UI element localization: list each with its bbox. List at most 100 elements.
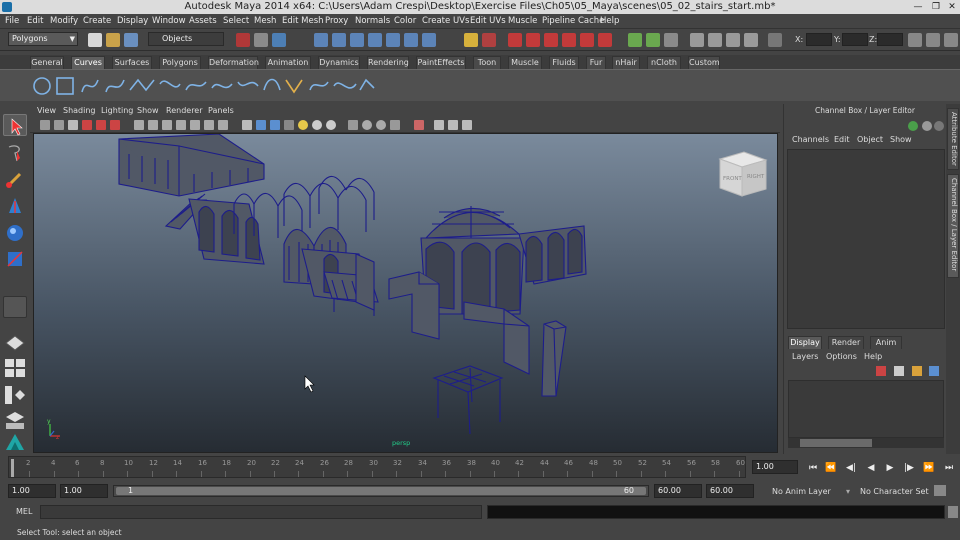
- timeline-track[interactable]: 2 4 6 8 10 12 14 16 18 20 22 24 26 28 30 32 34 36 38 40 42 44…: [8, 456, 746, 478]
- layer-tab-anim[interactable]: Anim: [870, 336, 902, 349]
- move-layer-up-icon[interactable]: [912, 366, 922, 376]
- view-cube[interactable]: FRONT RIGHT: [718, 151, 768, 197]
- outliner-layout-icon[interactable]: [3, 384, 27, 406]
- select-tool-icon[interactable]: [3, 114, 27, 136]
- layer-list[interactable]: [788, 380, 944, 438]
- new-layer-selected-icon[interactable]: [876, 366, 886, 376]
- new-scene-icon[interactable]: [88, 33, 102, 47]
- depth-of-field-icon[interactable]: [376, 120, 386, 130]
- shadows-icon[interactable]: [312, 120, 322, 130]
- channel-box-menu-show[interactable]: Show: [890, 135, 912, 144]
- snap-grid-icon[interactable]: [508, 33, 522, 47]
- input-ops-icon[interactable]: [628, 33, 642, 47]
- script-language-toggle[interactable]: MEL: [16, 507, 32, 516]
- shelf-tab-surfaces[interactable]: Surfaces: [112, 56, 152, 69]
- cv-curve-tool-icon[interactable]: [81, 79, 99, 93]
- pergola-model[interactable]: [432, 365, 504, 435]
- shelf-tab-rendering[interactable]: Rendering: [367, 56, 409, 69]
- shelf-tab-fur[interactable]: Fur: [586, 56, 606, 69]
- menu-edit[interactable]: Edit: [27, 16, 43, 26]
- y-transform-input[interactable]: [842, 33, 868, 46]
- snap-curve-icon[interactable]: [526, 33, 540, 47]
- shelf-tab-nhair[interactable]: nHair: [612, 56, 640, 69]
- snap-magnet-icon[interactable]: [598, 33, 612, 47]
- shelf-tab-toon[interactable]: Toon: [473, 56, 501, 69]
- grid-icon[interactable]: [134, 120, 144, 130]
- render-frame-icon[interactable]: [708, 33, 722, 47]
- attach-curves-icon[interactable]: [185, 81, 207, 91]
- layer-list-scrollbar[interactable]: [788, 438, 944, 448]
- safe-action-icon[interactable]: [204, 120, 214, 130]
- wireframe-icon[interactable]: [242, 120, 252, 130]
- layer-tab-render[interactable]: Render: [828, 336, 864, 349]
- shelf-tab-curves[interactable]: Curves: [71, 56, 105, 69]
- ipr-render-icon[interactable]: [726, 33, 740, 47]
- use-all-lights-icon[interactable]: [298, 120, 308, 130]
- shelf-tab-ncloth[interactable]: nCloth: [647, 56, 681, 69]
- play-backwards-button[interactable]: ◀: [864, 462, 878, 474]
- side-tab-channel-box[interactable]: Channel Box / Layer Editor: [947, 174, 959, 278]
- animation-prefs-icon[interactable]: [934, 485, 946, 496]
- isolate-select-icon[interactable]: [390, 120, 400, 130]
- z-transform-input[interactable]: [877, 33, 903, 46]
- last-tool-used-icon[interactable]: [3, 296, 27, 318]
- step-forward-key-button[interactable]: ⏩: [922, 462, 936, 474]
- highlight-selection-icon[interactable]: [482, 33, 496, 47]
- grease-pencil-icon[interactable]: [110, 120, 120, 130]
- select-deformations-icon[interactable]: [386, 33, 400, 47]
- playback-start-field[interactable]: 1.00: [60, 484, 108, 498]
- save-scene-icon[interactable]: [124, 33, 138, 47]
- pillar-model[interactable]: [541, 320, 567, 397]
- channel-list[interactable]: [787, 149, 945, 329]
- layer-menu-layers[interactable]: Layers: [792, 352, 818, 361]
- select-curves-icon[interactable]: [350, 33, 364, 47]
- extend-curve-icon[interactable]: [263, 78, 281, 91]
- current-time-field[interactable]: 1.00: [752, 460, 798, 474]
- camera-attributes-icon[interactable]: [54, 120, 64, 130]
- arcade-wall-model[interactable]: [188, 198, 265, 265]
- command-input[interactable]: [40, 505, 482, 519]
- lasso-tool-icon[interactable]: [3, 141, 27, 163]
- x-transform-input[interactable]: [806, 33, 832, 46]
- panel-menu-show[interactable]: Show: [137, 106, 159, 115]
- shelf-tab-deformation[interactable]: Deformation: [208, 56, 259, 69]
- select-object-icon[interactable]: [254, 33, 268, 47]
- side-tab-attribute-editor[interactable]: Attribute Editor: [947, 108, 959, 170]
- shelf-tab-animation[interactable]: Animation: [265, 56, 311, 69]
- rotate-tool-icon[interactable]: [3, 222, 27, 244]
- select-hierarchy-icon[interactable]: [236, 33, 250, 47]
- select-rendering-icon[interactable]: [422, 33, 436, 47]
- menu-normals[interactable]: Normals: [355, 16, 390, 26]
- insert-knot-icon[interactable]: [237, 81, 259, 87]
- image-plane-icon[interactable]: [82, 120, 92, 130]
- offset-curve-icon[interactable]: [285, 79, 303, 94]
- select-camera-icon[interactable]: [40, 120, 50, 130]
- corner-wall-model[interactable]: [388, 271, 440, 340]
- menu-proxy[interactable]: Proxy: [325, 16, 348, 26]
- diagonal-wall-model[interactable]: [355, 253, 375, 311]
- shelf-tab-general[interactable]: General: [30, 56, 64, 69]
- paint-select-tool-icon[interactable]: [3, 168, 27, 190]
- shelf-tab-muscle[interactable]: Muscle: [508, 56, 542, 69]
- menu-assets[interactable]: Assets: [189, 16, 217, 26]
- snap-point-icon[interactable]: [544, 33, 558, 47]
- play-forwards-button[interactable]: ▶: [883, 462, 897, 474]
- layer-menu-help[interactable]: Help: [864, 352, 882, 361]
- absolute-transform-icon[interactable]: [768, 33, 782, 47]
- attribute-editor-toggle-icon[interactable]: [908, 33, 922, 47]
- menu-pipeline-cache[interactable]: Pipeline Cache: [542, 16, 604, 26]
- persp-graph-layout-icon[interactable]: [3, 409, 27, 431]
- menu-modify[interactable]: Modify: [50, 16, 78, 26]
- nurbs-circle-icon[interactable]: [33, 77, 51, 95]
- snap-view-plane-icon[interactable]: [562, 33, 576, 47]
- character-set-label[interactable]: No Character Set: [860, 487, 929, 496]
- rebuild-curve-icon[interactable]: [309, 81, 329, 91]
- select-dynamics-icon[interactable]: [404, 33, 418, 47]
- channel-box-menu-object[interactable]: Object: [857, 135, 883, 144]
- playback-end-field[interactable]: 60.00: [654, 484, 702, 498]
- screen-space-ao-icon[interactable]: [326, 120, 336, 130]
- channel-box-toggle-icon[interactable]: [944, 33, 958, 47]
- nurbs-square-icon[interactable]: [56, 77, 74, 95]
- building-block-model[interactable]: [118, 134, 265, 197]
- step-forward-frame-button[interactable]: |▶: [902, 462, 916, 474]
